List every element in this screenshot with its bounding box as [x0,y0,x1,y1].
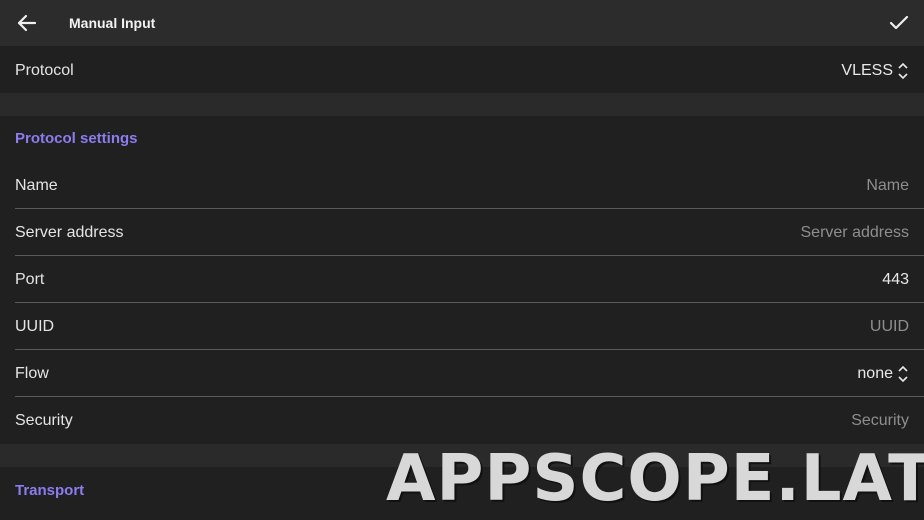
flow-row[interactable]: Flow none [0,350,924,397]
section-title-protocol-settings: Protocol settings [15,130,138,147]
section-title-transport: Transport [15,482,85,499]
name-field[interactable]: Name [866,177,909,195]
protocol-value: VLESS [841,61,893,79]
arrow-left-icon [17,14,37,32]
flow-value: none [857,364,893,382]
top-app-bar: Manual Input [0,0,924,46]
protocol-row[interactable]: Protocol VLESS [0,47,924,94]
server-address-field[interactable]: Server address [801,224,910,242]
server-address-row[interactable]: Server address Server address [0,209,924,256]
uuid-label: UUID [15,317,55,335]
server-address-label: Server address [15,223,124,241]
security-row[interactable]: Security Security [0,397,924,444]
chevron-updown-icon [898,62,908,79]
protocol-label: Protocol [15,61,74,79]
page-title: Manual Input [69,15,156,31]
port-row[interactable]: Port 443 [0,256,924,303]
uuid-row[interactable]: UUID UUID [0,303,924,350]
flow-label: Flow [15,364,49,382]
check-icon [889,15,909,30]
uuid-field[interactable]: UUID [870,318,909,336]
protocol-select[interactable]: VLESS [841,62,909,80]
flow-select[interactable]: none [857,365,909,383]
security-label: Security [15,411,73,429]
watermark: APPSCOPE.LAT [386,442,924,516]
security-field[interactable]: Security [851,412,909,430]
port-field[interactable]: 443 [882,271,909,289]
save-button[interactable] [886,11,912,35]
name-row[interactable]: Name Name [0,162,924,209]
chevron-updown-icon [898,365,908,382]
section-gap [0,93,924,116]
back-button[interactable] [14,11,40,35]
port-label: Port [15,270,45,288]
name-label: Name [15,176,58,194]
